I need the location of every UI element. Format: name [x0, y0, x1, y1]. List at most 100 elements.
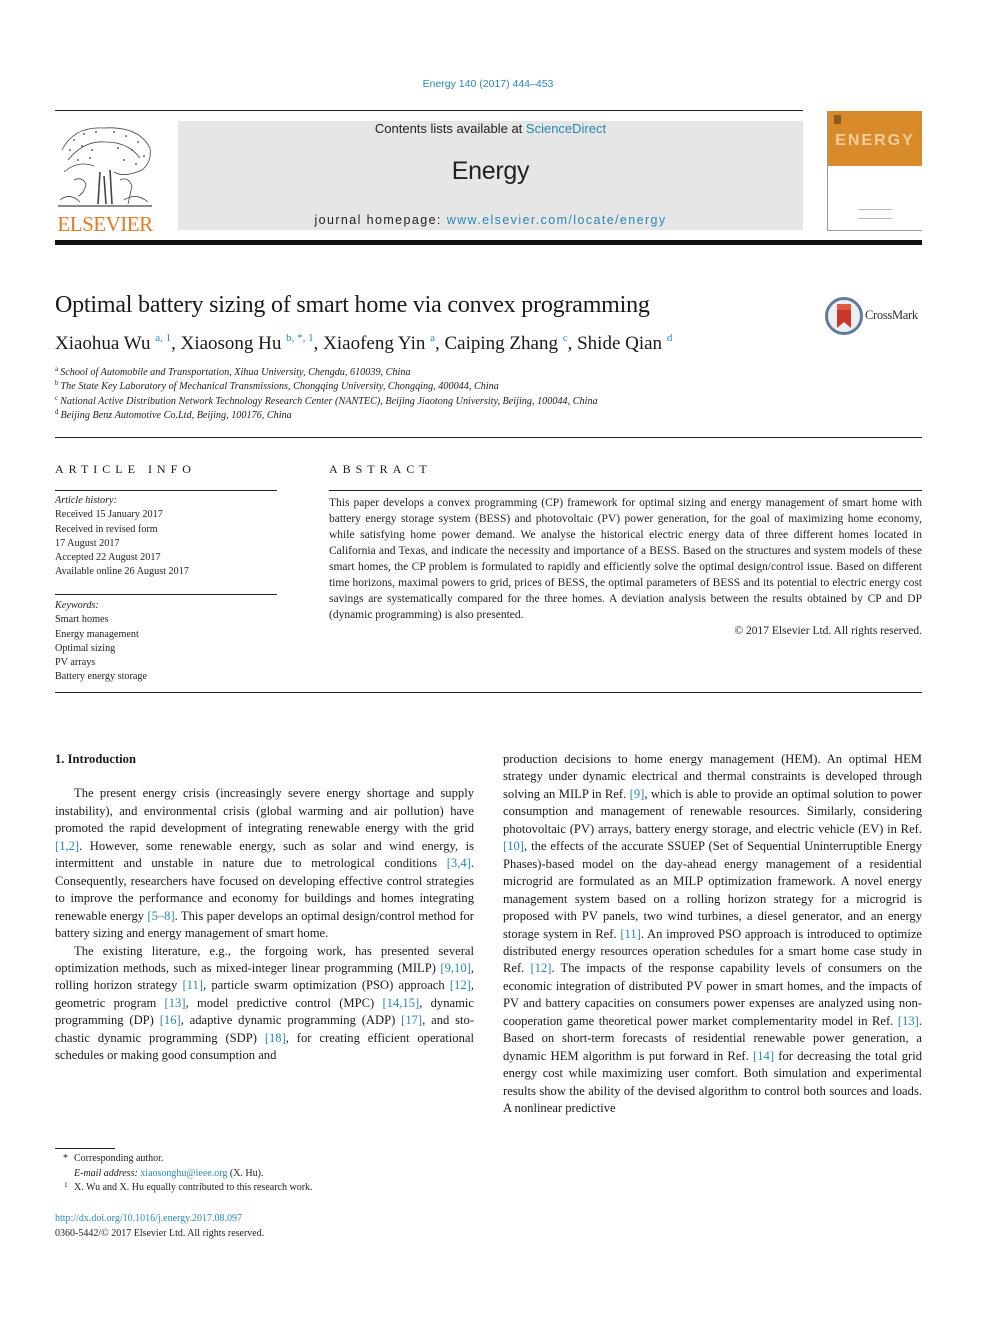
history-item: 17 August 2017: [55, 537, 120, 549]
elsevier-tree-icon: [58, 127, 152, 207]
affiliation-text: National Active Distribution Network Tec…: [60, 395, 598, 407]
abstract-body: This paper develops a convex programming…: [329, 497, 922, 621]
doi-block: http://dx.doi.org/10.1016/j.energy.2017.…: [55, 1212, 264, 1241]
citation-link[interactable]: [3,4]: [447, 856, 471, 870]
citation-link[interactable]: [13]: [165, 996, 186, 1010]
citation-link[interactable]: [13]: [898, 1014, 919, 1028]
affiliation-mark: a: [55, 365, 59, 373]
keyword: Optimal sizing: [55, 642, 116, 654]
affiliation-text: The State Key Laboratory of Mechanical T…: [60, 381, 499, 393]
section-heading-introduction: 1. Introduction: [55, 752, 136, 766]
citation-link[interactable]: [17]: [401, 1013, 422, 1027]
footnote-email: E-mail address: xiaosonghu@ieee.org (X. …: [55, 1167, 485, 1182]
masthead-divider: [55, 240, 922, 245]
crossmark-badge[interactable]: CrossMark: [825, 296, 925, 336]
homepage-prefix: journal homepage:: [314, 213, 447, 227]
article-info-heading: ARTICLE INFO: [55, 462, 196, 476]
author-affiliation-marks[interactable]: c: [563, 332, 568, 344]
history-item: Available online 26 August 2017: [55, 566, 189, 578]
citation-link[interactable]: [16]: [160, 1013, 181, 1027]
author-affiliation-marks[interactable]: b, *, 1: [286, 332, 314, 344]
homepage-line: journal homepage: www.elsevier.com/locat…: [178, 213, 803, 227]
affiliation-divider: [55, 437, 922, 438]
cover-logo-icon: [834, 115, 841, 124]
front-matter-divider: [55, 692, 922, 693]
author-affiliation-marks[interactable]: d: [667, 332, 673, 344]
article-title: Optimal battery sizing of smart home via…: [55, 292, 650, 318]
elsevier-wordmark: ELSEVIER: [57, 212, 153, 236]
author-name[interactable]: Shide Qian: [577, 333, 662, 354]
journal-reference[interactable]: Energy 140 (2017) 444–453: [0, 78, 976, 90]
email-suffix: (X. Hu).: [227, 1167, 264, 1179]
email-link[interactable]: xiaosonghu@ieee.org: [140, 1168, 227, 1179]
keyword: Battery energy storage: [55, 671, 148, 683]
abstract-rule: [329, 490, 922, 491]
journal-cover-thumbnail[interactable]: ENERGY: [827, 111, 922, 231]
keywords: Keywords: Smart homes Energy management …: [55, 599, 277, 685]
footnote-text: Corresponding author.: [74, 1153, 164, 1164]
keywords-rule: [55, 594, 277, 595]
affiliation-mark: c: [55, 393, 59, 402]
author-name[interactable]: Xiaohua Wu: [55, 333, 150, 354]
citation-link[interactable]: [5–8]: [147, 909, 174, 923]
author-name[interactable]: Xiaofeng Yin: [323, 333, 425, 354]
affiliation: c National Active Distribution Network Te…: [55, 393, 915, 409]
cover-footer: [858, 209, 892, 219]
affiliation-text: Beijing Benz Automotive Co.Ltd, Beijing,…: [60, 410, 292, 422]
body-paragraph: The existing literature, e.g., the forgo…: [55, 943, 475, 1063]
affiliation-list: a School of Automobile and Transportation…: [55, 366, 915, 424]
article-history: Article history: Received 15 January 201…: [55, 494, 277, 580]
author[interactable]: Caiping Zhang c: [445, 332, 568, 355]
article-history-label: Article history:: [55, 495, 117, 506]
history-item: Received 15 January 2017: [55, 509, 163, 521]
cover-banner: ENERGY: [828, 111, 922, 166]
footnote-corresponding: * Corresponding author.: [55, 1152, 485, 1167]
citation-link[interactable]: [10]: [503, 839, 524, 853]
cover-title: ENERGY: [835, 132, 915, 149]
email-label: E-mail address:: [74, 1167, 141, 1179]
citation-link[interactable]: [12]: [530, 961, 551, 975]
crossmark-label: CrossMark: [865, 308, 918, 322]
affiliation: d Beijing Benz Automotive Co.Ltd, Beijing…: [55, 409, 915, 423]
abstract-heading: ABSTRACT: [329, 462, 432, 476]
author[interactable]: Xiaosong Hu b, *, 1: [181, 332, 314, 355]
footnote-equal-contribution: 1 X. Wu and X. Hu equally contributed to…: [55, 1180, 485, 1196]
header-rule: [55, 110, 803, 111]
affiliation: b The State Key Laboratory of Mechanical …: [55, 380, 915, 394]
body-paragraph: The present energy crisis (increasingly …: [55, 786, 475, 941]
author-affiliation-marks[interactable]: a: [430, 332, 435, 344]
citation-link[interactable]: [11]: [182, 978, 203, 992]
citation-link[interactable]: [12]: [450, 978, 471, 992]
author[interactable]: Xiaohua Wu a, 1: [55, 332, 171, 355]
citation-link[interactable]: [14]: [753, 1049, 774, 1063]
author-name[interactable]: Xiaosong Hu: [181, 333, 282, 354]
citation-link[interactable]: [14,15]: [382, 996, 419, 1010]
author[interactable]: Shide Qian d: [577, 332, 673, 355]
journal-masthead: Contents lists available at ScienceDirec…: [178, 121, 803, 230]
keywords-label: Keywords:: [55, 600, 99, 611]
author-affiliation-marks[interactable]: a, 1: [155, 332, 171, 344]
elsevier-logo[interactable]: ELSEVIER: [54, 120, 156, 236]
citation-link[interactable]: [11]: [620, 927, 641, 941]
journal-homepage-link[interactable]: www.elsevier.com/locate/energy: [447, 213, 667, 227]
body-paragraph: production decisions to home energy mana…: [503, 752, 923, 1116]
citation-link[interactable]: [18]: [265, 1031, 286, 1045]
sciencedirect-link[interactable]: ScienceDirect: [526, 121, 606, 136]
affiliation-text: School of Automobile and Transportation,…: [60, 367, 411, 378]
footnote-rule: [55, 1148, 115, 1149]
journal-name: Energy: [451, 157, 530, 185]
body-column-right: production decisions to home energy mana…: [503, 751, 922, 1118]
author[interactable]: Xiaofeng Yin a: [323, 332, 435, 355]
keyword: PV arrays: [55, 657, 96, 669]
citation-link[interactable]: [9]: [630, 787, 645, 801]
crossmark-icon: [825, 297, 863, 335]
citation-link[interactable]: [1,2]: [55, 839, 79, 853]
affiliation-mark: d: [55, 408, 59, 417]
history-item: Received in revised form: [55, 523, 158, 535]
author-name[interactable]: Caiping Zhang: [445, 333, 558, 354]
citation-link[interactable]: [9,10]: [440, 961, 470, 975]
contents-prefix: Contents lists available at: [374, 121, 526, 136]
abstract-copyright: © 2017 Elsevier Ltd. All rights reserved…: [734, 625, 922, 637]
doi-link[interactable]: http://dx.doi.org/10.1016/j.energy.2017.…: [55, 1213, 242, 1224]
affiliation: a School of Automobile and Transportation…: [55, 366, 915, 380]
